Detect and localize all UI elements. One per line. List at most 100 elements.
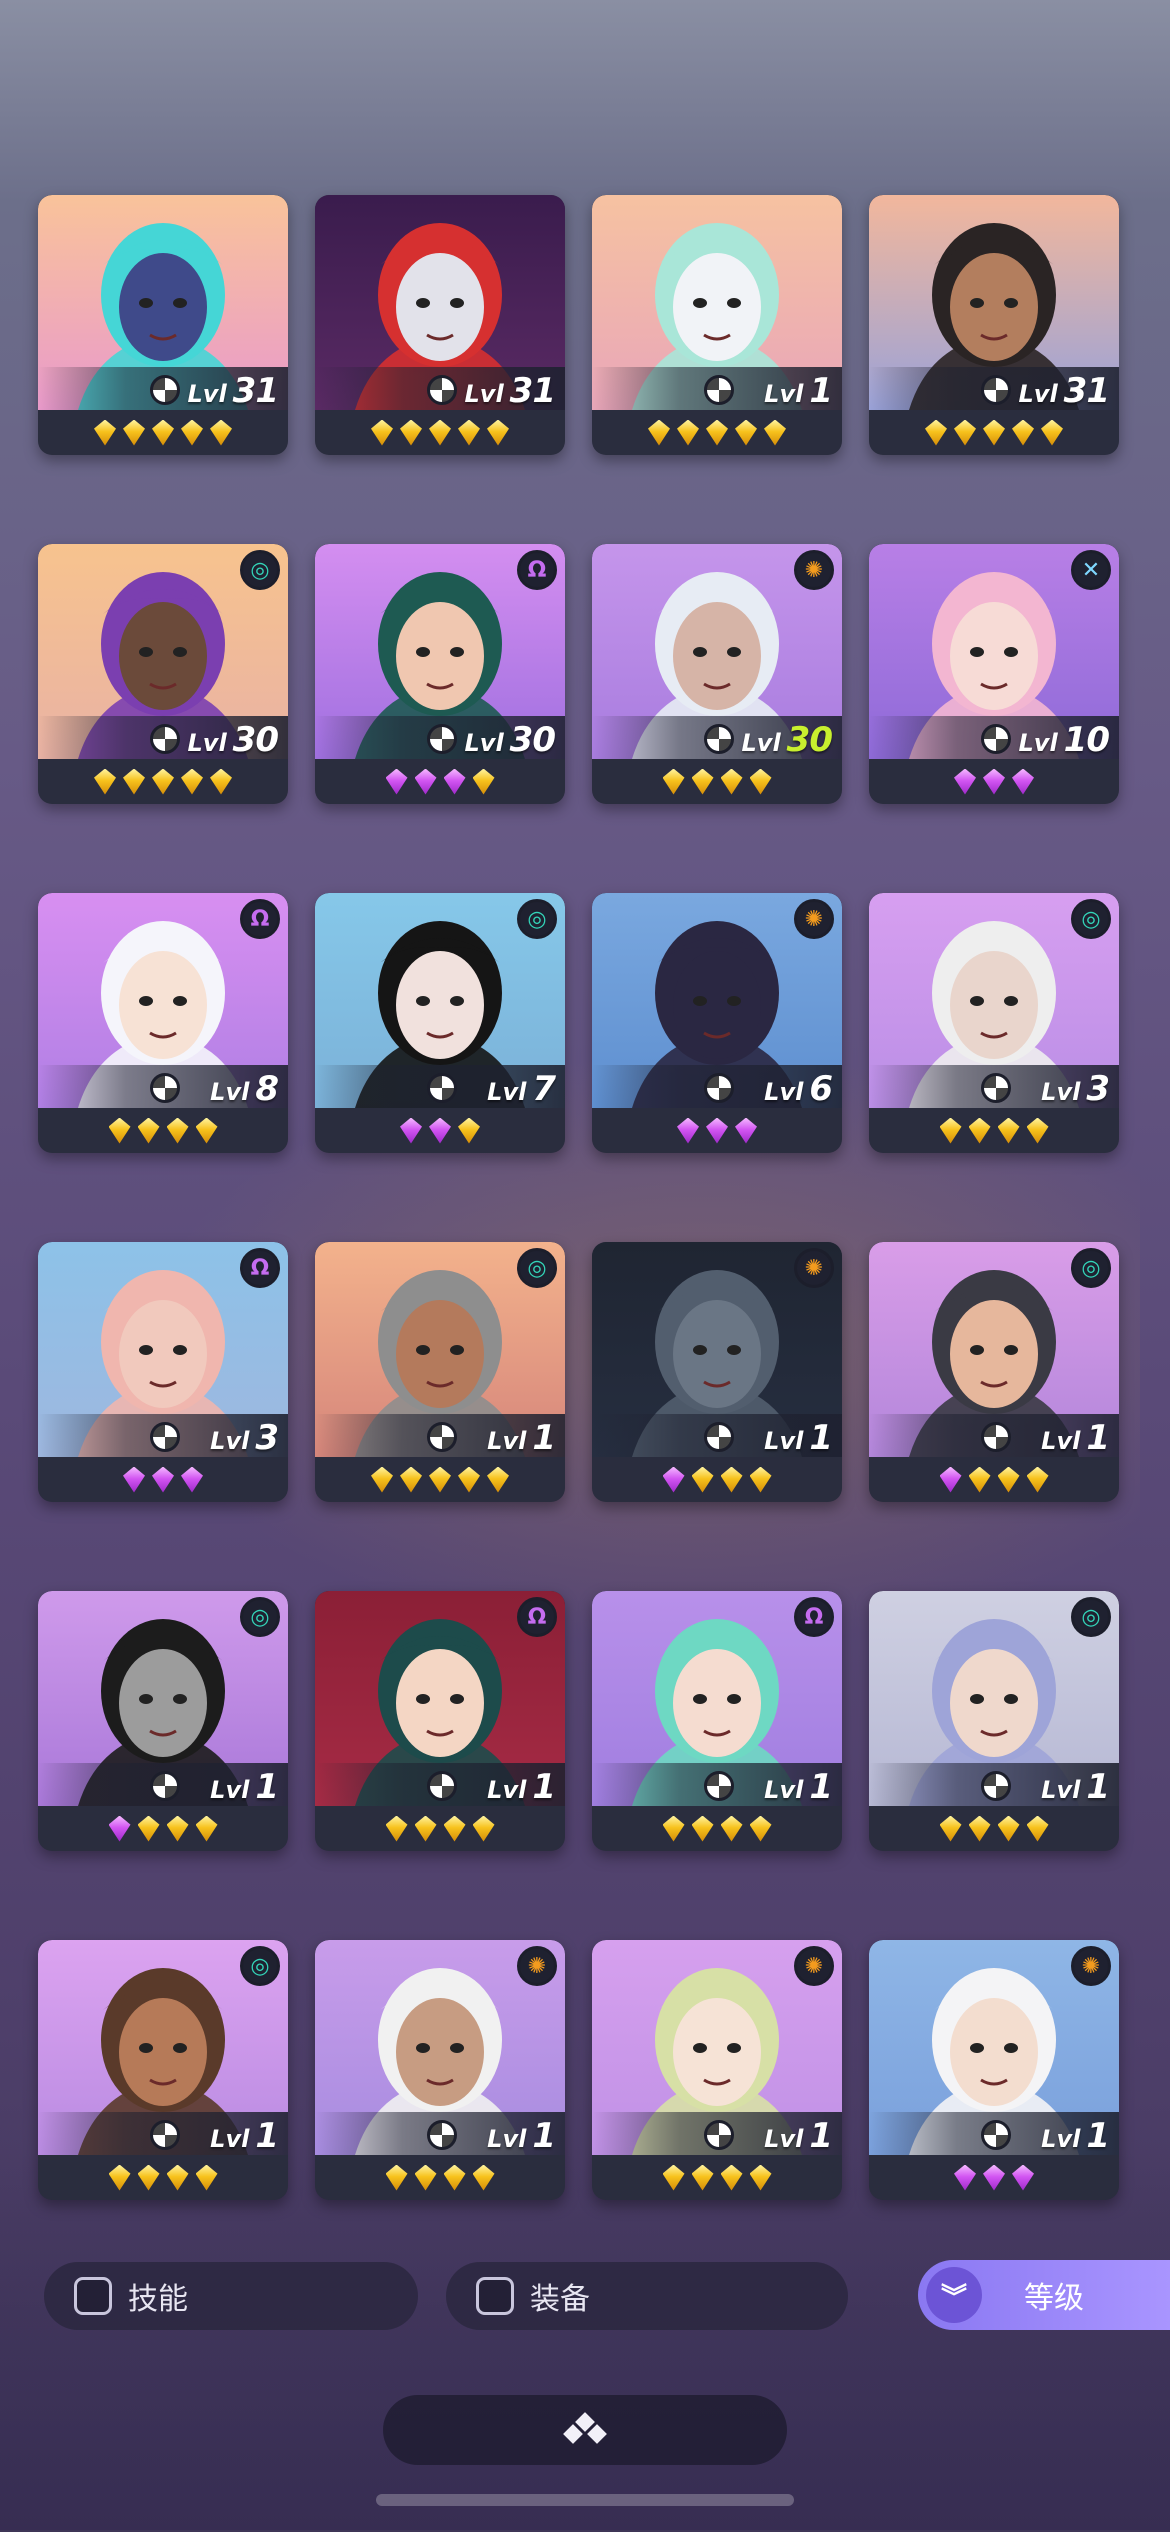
level-number: 1 <box>255 1767 279 1807</box>
gold-gem-icon <box>677 419 699 446</box>
gold-gem-icon <box>997 1117 1020 1144</box>
home-indicator <box>376 2494 794 2506</box>
level-prefix: Lvl <box>210 2125 250 2153</box>
rank-dial-icon <box>150 1422 180 1452</box>
hero-card[interactable]: Lvl 1 ◎ <box>869 1591 1119 1851</box>
hero-card[interactable]: Lvl 1 Ω <box>315 1591 565 1851</box>
hero-card[interactable]: Lvl 3 ◎ <box>869 893 1119 1153</box>
equipment-checkbox[interactable] <box>476 2277 514 2315</box>
hero-card[interactable]: Lvl 1 ◎ <box>38 1940 288 2200</box>
gear-icon: ✺ <box>794 1946 834 1986</box>
rank-dial-icon <box>704 1422 734 1452</box>
gold-gem-icon <box>458 1466 480 1493</box>
gold-gem-icon <box>968 1815 991 1842</box>
gold-gem-icon <box>166 1117 189 1144</box>
gold-gem-icon <box>137 1117 160 1144</box>
hero-card[interactable]: Lvl 10 ✕ <box>869 544 1119 804</box>
level-prefix: Lvl <box>487 1776 527 1804</box>
gold-gem-icon <box>166 2164 189 2191</box>
level-number: 1 <box>809 371 833 411</box>
filter-skills-label: 技能 <box>128 2282 188 2317</box>
hero-stars <box>38 1108 288 1153</box>
hero-card[interactable]: Lvl 30 ◎ <box>38 544 288 804</box>
hero-card[interactable]: Lvl 1 Ω <box>592 1591 842 1851</box>
hero-card[interactable]: Lvl 30 Ω <box>315 544 565 804</box>
gold-gem-icon <box>968 1117 991 1144</box>
gold-gem-icon <box>181 768 203 795</box>
level-prefix: Lvl <box>1018 729 1058 757</box>
rank-dial-icon <box>427 1073 457 1103</box>
hero-card[interactable]: Lvl 30 ✺ <box>592 544 842 804</box>
gear-icon: ✺ <box>517 1946 557 1986</box>
filter-skills[interactable]: 技能 <box>44 2262 418 2330</box>
level-prefix: Lvl <box>187 380 227 408</box>
hero-card[interactable]: Lvl 1 ✺ <box>315 1940 565 2200</box>
hero-level: Lvl 3 <box>1041 1069 1110 1109</box>
hero-stars <box>869 2155 1119 2200</box>
hero-level: Lvl 31 <box>465 371 557 411</box>
hero-level: Lvl 1 <box>487 2116 556 2156</box>
rank-dial-icon <box>704 1073 734 1103</box>
hero-card[interactable]: Lvl 1 ✺ <box>869 1940 1119 2200</box>
gold-gem-icon <box>414 1815 437 1842</box>
hero-card[interactable]: Lvl 31 <box>869 195 1119 455</box>
rank-dial-icon <box>427 2120 457 2150</box>
hero-level: Lvl 30 <box>741 720 834 760</box>
purple-gem-icon <box>1012 2164 1034 2191</box>
hero-card[interactable]: Lvl 1 <box>592 195 842 455</box>
hero-card[interactable]: Lvl 8 Ω <box>38 893 288 1153</box>
hero-level: Lvl 1 <box>764 1767 833 1807</box>
swirl-icon: ◎ <box>1071 1597 1111 1637</box>
filter-equipment-label: 装备 <box>530 2282 590 2317</box>
hero-stars <box>869 410 1119 455</box>
gold-gem-icon <box>371 419 393 446</box>
filter-equipment[interactable]: 装备 <box>446 2262 848 2330</box>
collection-toggle-button[interactable] <box>383 2395 787 2465</box>
hero-card[interactable]: Lvl 1 ◎ <box>315 1242 565 1502</box>
hero-stars <box>38 410 288 455</box>
hero-card[interactable]: Lvl 31 <box>38 195 288 455</box>
sort-by-level-button[interactable]: ︾ 等级 <box>918 2260 1170 2330</box>
level-number: 6 <box>809 1069 833 1109</box>
skills-checkbox[interactable] <box>74 2277 112 2315</box>
gold-gem-icon <box>400 1466 422 1493</box>
rank-dial-icon <box>427 1771 457 1801</box>
hero-stars <box>592 1806 842 1851</box>
gold-gem-icon <box>720 768 743 795</box>
purple-gem-icon <box>443 768 466 795</box>
gold-gem-icon <box>997 1815 1020 1842</box>
hero-card[interactable]: Lvl 7 ◎ <box>315 893 565 1153</box>
gold-gem-icon <box>137 1815 160 1842</box>
level-prefix: Lvl <box>741 729 781 757</box>
level-prefix: Lvl <box>764 1776 804 1804</box>
cross-icon: ✕ <box>1071 550 1111 590</box>
swirl-icon: ◎ <box>240 550 280 590</box>
hero-card[interactable]: Lvl 31 <box>315 195 565 455</box>
omega-icon: Ω <box>517 1597 557 1637</box>
purple-gem-icon <box>1012 768 1034 795</box>
hero-level: Lvl 1 <box>764 1418 833 1458</box>
hero-card[interactable]: Lvl 1 ◎ <box>38 1591 288 1851</box>
gear-icon: ✺ <box>794 1248 834 1288</box>
hero-level: Lvl 3 <box>210 1418 279 1458</box>
hero-stars <box>592 759 842 804</box>
hero-card[interactable]: Lvl 1 ✺ <box>592 1940 842 2200</box>
gold-gem-icon <box>195 1815 218 1842</box>
hero-stars <box>315 759 565 804</box>
purple-gem-icon <box>429 1117 451 1144</box>
gold-gem-icon <box>735 419 757 446</box>
hero-card[interactable]: Lvl 6 ✺ <box>592 893 842 1153</box>
level-number: 1 <box>532 2116 556 2156</box>
hero-stars <box>38 1806 288 1851</box>
hero-card[interactable]: Lvl 1 ✺ <box>592 1242 842 1502</box>
hero-card[interactable]: Lvl 1 ◎ <box>869 1242 1119 1502</box>
hero-level: Lvl 8 <box>210 1069 279 1109</box>
hero-level: Lvl 30 <box>465 720 557 760</box>
rank-dial-icon <box>427 1422 457 1452</box>
purple-gem-icon <box>414 768 437 795</box>
level-number: 30 <box>786 720 833 760</box>
gold-gem-icon <box>720 1466 743 1493</box>
gold-gem-icon <box>371 1466 393 1493</box>
hero-card[interactable]: Lvl 3 Ω <box>38 1242 288 1502</box>
hero-level: Lvl 1 <box>210 1767 279 1807</box>
